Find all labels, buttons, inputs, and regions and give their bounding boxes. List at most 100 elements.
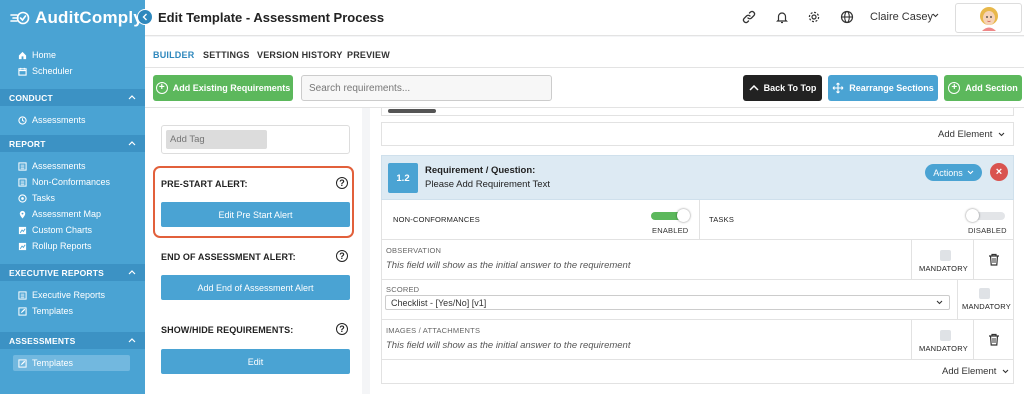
globe-icon[interactable] — [840, 10, 854, 24]
divider — [911, 320, 912, 360]
sidebar-item-executive-reports[interactable]: Executive Reports — [0, 287, 145, 303]
mandatory-checkbox[interactable] — [979, 288, 990, 299]
add-section-button[interactable]: + Add Section — [944, 75, 1022, 101]
sidebar-item-label: Executive Reports — [32, 290, 106, 300]
sidebar-collapse-button[interactable] — [137, 9, 153, 25]
divider — [699, 200, 700, 240]
avatar-illustration — [979, 7, 998, 31]
section-assessments[interactable]: ASSESSMENTS — [0, 332, 145, 349]
app-logo[interactable]: AuditComply — [0, 0, 145, 36]
requirement-card[interactable]: 1.2 Requirement / Question: Please Add R… — [381, 155, 1014, 200]
add-tag-input[interactable] — [166, 130, 267, 149]
field-label: SCORED — [386, 285, 420, 294]
section-title: EXECUTIVE REPORTS — [9, 267, 105, 278]
avatar[interactable] — [955, 3, 1022, 33]
list-icon — [17, 161, 27, 171]
sidebar-item-templates-active[interactable]: Templates — [13, 355, 130, 371]
mandatory-checkbox[interactable] — [940, 330, 951, 341]
requirement-number: 1.2 — [388, 163, 418, 193]
sidebar-item-conduct-assessments[interactable]: Assessments — [0, 112, 145, 128]
section-report[interactable]: REPORT — [0, 135, 145, 152]
scoring-select[interactable]: Checklist - [Yes/No] [v1] — [385, 295, 950, 310]
sidebar-item-home[interactable]: Home — [0, 47, 145, 63]
tasks-icon — [17, 193, 27, 203]
trash-icon[interactable] — [988, 253, 1000, 266]
add-element-dropdown[interactable]: Add Element — [942, 366, 1009, 377]
section-title: REPORT — [9, 138, 46, 149]
add-end-of-assessment-alert-button[interactable]: Add End of Assessment Alert — [161, 275, 350, 300]
edit-pre-start-alert-button[interactable]: Edit Pre Start Alert — [161, 202, 350, 227]
sidebar-item-custom-charts[interactable]: Custom Charts — [0, 222, 145, 238]
add-element-label: Add Element — [942, 366, 997, 377]
gear-icon[interactable] — [807, 10, 821, 24]
section-title: CONDUCT — [9, 92, 53, 103]
help-icon[interactable]: ? — [336, 323, 348, 335]
sidebar-item-label: Non-Conformances — [32, 177, 111, 187]
field-hint: This field will show as the initial answ… — [386, 260, 631, 271]
add-element-dropdown[interactable]: Add Element — [938, 129, 1005, 140]
section-title: ASSESSMENTS — [9, 335, 76, 346]
button-label: Add Existing Requirements — [172, 83, 291, 93]
tab-preview[interactable]: PREVIEW — [347, 50, 390, 60]
chevron-down-icon — [967, 170, 974, 175]
user-name[interactable]: Claire Casey — [870, 11, 933, 23]
sidebar-item-label: Assessments — [32, 115, 86, 125]
section-conduct[interactable]: CONDUCT — [0, 89, 145, 106]
chart-icon — [17, 241, 27, 251]
actions-button[interactable]: Actions — [925, 164, 982, 181]
delete-requirement-button[interactable]: × — [990, 163, 1008, 181]
top-bar: Edit Template - Assessment Process Clair… — [145, 0, 1024, 36]
sidebar: AuditComply Home Scheduler CONDUCT Asses… — [0, 0, 145, 394]
sidebar-item-scheduler[interactable]: Scheduler — [0, 63, 145, 79]
mandatory-checkbox[interactable] — [940, 250, 951, 261]
pre-start-alert-label: PRE-START ALERT: — [161, 179, 248, 189]
tag-field — [161, 125, 350, 154]
sidebar-item-tasks[interactable]: Tasks — [0, 190, 145, 206]
requirement-text[interactable]: Please Add Requirement Text — [425, 179, 550, 190]
plus-circle-icon: + — [155, 82, 168, 94]
sidebar-item-label: Tasks — [32, 193, 56, 203]
show-hide-requirements-label: SHOW/HIDE REQUIREMENTS: — [161, 325, 294, 335]
tab-settings[interactable]: SETTINGS — [203, 50, 250, 60]
bell-icon[interactable] — [775, 10, 789, 24]
tab-builder[interactable]: BUILDER — [153, 50, 195, 70]
chevron-up-icon — [749, 85, 759, 91]
sidebar-item-label: Assessments — [32, 161, 86, 171]
list-icon — [17, 177, 27, 187]
help-icon[interactable]: ? — [336, 177, 348, 189]
edit-icon — [17, 306, 27, 316]
logo-icon — [10, 11, 30, 25]
toggle-knob — [966, 209, 979, 222]
edit-icon — [17, 358, 27, 368]
sidebar-item-non-conformances[interactable]: Non-Conformances — [0, 174, 145, 190]
field-row-scored: SCORED Checklist - [Yes/No] [v1] MANDATO… — [381, 280, 1014, 320]
chevron-down-icon[interactable] — [932, 13, 939, 18]
chevron-left-icon — [142, 13, 148, 21]
help-icon[interactable]: ? — [336, 250, 348, 262]
panel-divider — [362, 108, 370, 394]
sidebar-item-label: Home — [32, 50, 57, 60]
sidebar-item-report-assessments[interactable]: Assessments — [0, 158, 145, 174]
tab-version-history[interactable]: VERSION HISTORY — [257, 50, 343, 60]
rearrange-sections-button[interactable]: Rearrange Sections — [828, 75, 938, 101]
non-conformances-toggle[interactable] — [651, 209, 690, 222]
edit-show-hide-button[interactable]: Edit — [161, 349, 350, 374]
map-pin-icon — [17, 209, 27, 219]
trash-icon[interactable] — [988, 333, 1000, 346]
link-icon[interactable] — [742, 10, 756, 24]
search-requirements-input[interactable] — [301, 75, 552, 101]
sidebar-item-rollup-reports[interactable]: Rollup Reports — [0, 238, 145, 254]
clock-icon — [17, 115, 27, 125]
divider — [911, 240, 912, 280]
sidebar-item-assessment-map[interactable]: Assessment Map — [0, 206, 145, 222]
sidebar-item-exec-templates[interactable]: Templates — [0, 303, 145, 319]
divider — [957, 280, 958, 320]
add-existing-requirements-button[interactable]: + Add Existing Requirements — [153, 75, 293, 101]
add-element-label: Add Element — [938, 129, 993, 140]
add-element-row: Add Element — [381, 122, 1014, 146]
section-executive-reports[interactable]: EXECUTIVE REPORTS — [0, 264, 145, 281]
tasks-toggle[interactable] — [966, 209, 1005, 222]
chevron-up-icon — [128, 270, 136, 275]
back-to-top-button[interactable]: Back To Top — [743, 75, 822, 101]
divider — [973, 320, 974, 360]
